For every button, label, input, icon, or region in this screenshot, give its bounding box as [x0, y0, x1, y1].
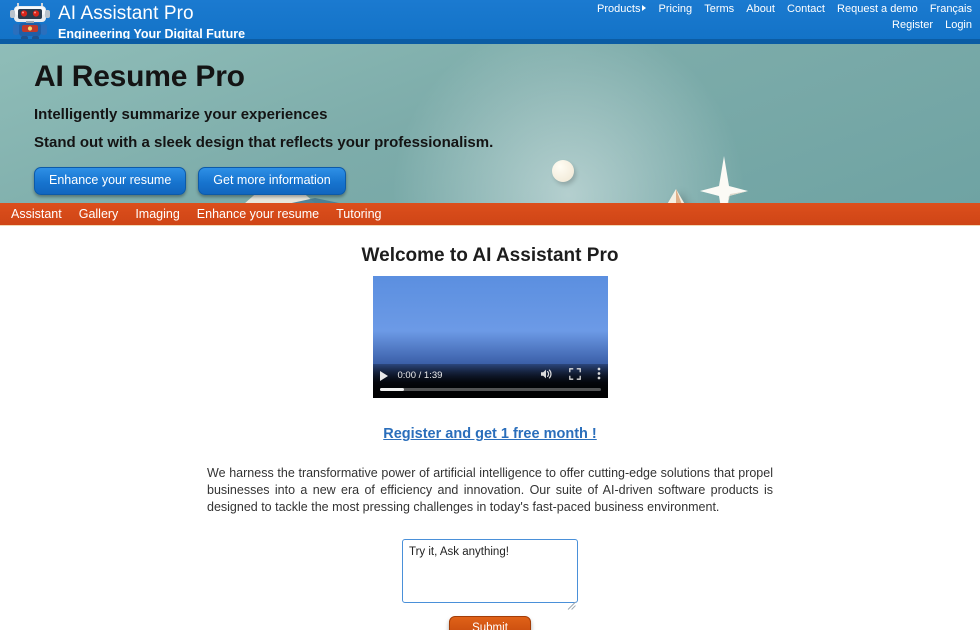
hero-title: AI Resume Pro	[34, 60, 245, 93]
video-time-display: 0:00 / 1:39	[397, 370, 443, 381]
nav-link-request-a-demo[interactable]: Request a demo	[837, 2, 918, 17]
volume-icon[interactable]	[540, 367, 553, 385]
brand-tagline: Engineering Your Digital Future	[58, 26, 246, 41]
section-nav-item-tutoring[interactable]: Tutoring	[336, 206, 381, 222]
decorative-four-point-star-shape	[700, 156, 748, 203]
nav-link-francais[interactable]: Français	[930, 2, 972, 17]
fullscreen-icon[interactable]	[568, 367, 581, 385]
prompt-input-wrapper	[402, 539, 578, 610]
intro-paragraph: We harness the transformative power of a…	[207, 466, 773, 514]
brand[interactable]: AI Assistant Pro Engineering Your Digita…	[8, 1, 245, 43]
nav-link-terms[interactable]: Terms	[704, 2, 734, 17]
top-nav-secondary-row: Register Login	[552, 18, 972, 33]
get-more-information-button[interactable]: Get more information	[198, 167, 346, 195]
top-navigation: Products Pricing Terms About Contact Req…	[552, 2, 972, 33]
video-progress-fill	[379, 388, 404, 391]
kebab-menu-icon[interactable]	[597, 367, 601, 385]
submit-button[interactable]: Submit	[449, 616, 531, 630]
video-controls-row: 0:00 / 1:39	[373, 366, 608, 386]
play-icon[interactable]	[379, 371, 388, 381]
site-header: AI Assistant Pro Engineering Your Digita…	[0, 0, 980, 44]
brand-title: AI Assistant Pro	[58, 2, 194, 24]
section-nav-item-enhance-your-resume[interactable]: Enhance your resume	[197, 206, 319, 222]
enhance-your-resume-button[interactable]: Enhance your resume	[34, 167, 187, 195]
decorative-pyramid-shadow-shape	[676, 189, 700, 203]
top-nav-primary-row: Products Pricing Terms About Contact Req…	[552, 2, 972, 17]
brand-text: AI Assistant Pro Engineering Your Digita…	[58, 3, 245, 42]
nav-link-contact[interactable]: Contact	[787, 2, 825, 17]
nav-link-products-label: Products	[597, 3, 641, 15]
main-content: Welcome to AI Assistant Pro 0:00 / 1:39	[0, 226, 980, 630]
video-controls-bar: 0:00 / 1:39	[372, 364, 608, 398]
register-promo: Register and get 1 free month !	[0, 425, 980, 443]
hero-subtitle-1: Intelligently summarize your experiences	[34, 106, 328, 123]
page-title: Welcome to AI Assistant Pro	[361, 245, 619, 266]
section-nav-item-imaging[interactable]: Imaging	[135, 206, 179, 222]
hero-banner: AI Resume Pro Intelligently summarize yo…	[0, 44, 980, 203]
section-navigation: Assistant Gallery Imaging Enhance your r…	[0, 203, 980, 226]
nav-link-about[interactable]: About	[746, 2, 775, 17]
nav-link-login[interactable]: Login	[945, 18, 972, 33]
hero-content: AI Resume Pro Intelligently summarize yo…	[34, 59, 493, 195]
section-nav-item-assistant[interactable]: Assistant	[11, 206, 62, 222]
section-nav-item-gallery[interactable]: Gallery	[79, 206, 119, 222]
video-progress-bar[interactable]	[379, 388, 601, 391]
nav-link-register[interactable]: Register	[892, 18, 933, 33]
robot-mascot-icon	[8, 1, 52, 43]
nav-link-products[interactable]: Products	[597, 2, 647, 17]
prompt-form: Submit	[0, 539, 980, 630]
chevron-right-icon	[642, 5, 647, 11]
decorative-circle-shape	[552, 160, 574, 182]
register-free-month-link[interactable]: Register and get 1 free month !	[383, 426, 597, 442]
nav-link-pricing[interactable]: Pricing	[659, 2, 693, 17]
hero-subtitle-2: Stand out with a sleek design that refle…	[34, 134, 494, 151]
prompt-textarea[interactable]	[402, 539, 578, 603]
hero-button-group: Enhance your resume Get more information	[34, 167, 493, 195]
video-player[interactable]: 0:00 / 1:39	[372, 276, 608, 398]
